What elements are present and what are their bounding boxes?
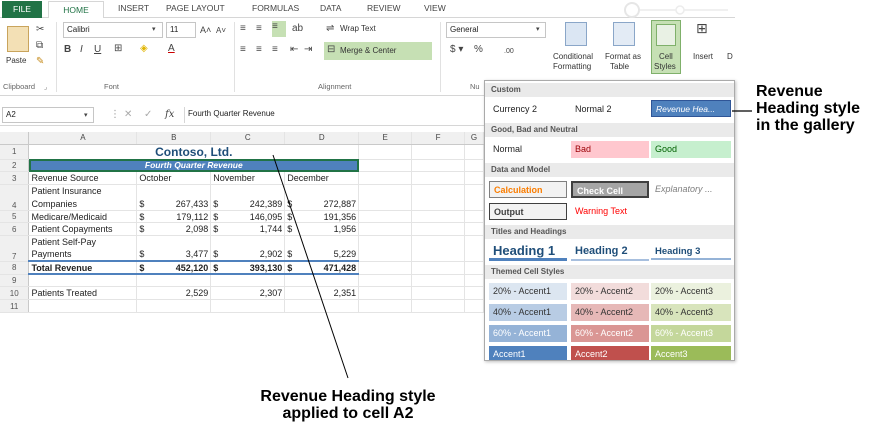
cell-callout-line	[272, 154, 349, 379]
gallery-callout-line-2: Heading style	[756, 100, 861, 117]
cell-callout-line-2: applied to cell A2	[282, 405, 414, 422]
excel-screenshot: FILE HOME INSERT PAGE LAYOUT FORMULAS DA…	[0, 0, 895, 433]
gallery-callout-line-3: in the gallery	[756, 117, 855, 134]
callout-lines	[272, 110, 752, 379]
cell-callout-line-1: Revenue Heading style	[260, 388, 436, 405]
gallery-callout-line-1: Revenue	[756, 83, 823, 100]
